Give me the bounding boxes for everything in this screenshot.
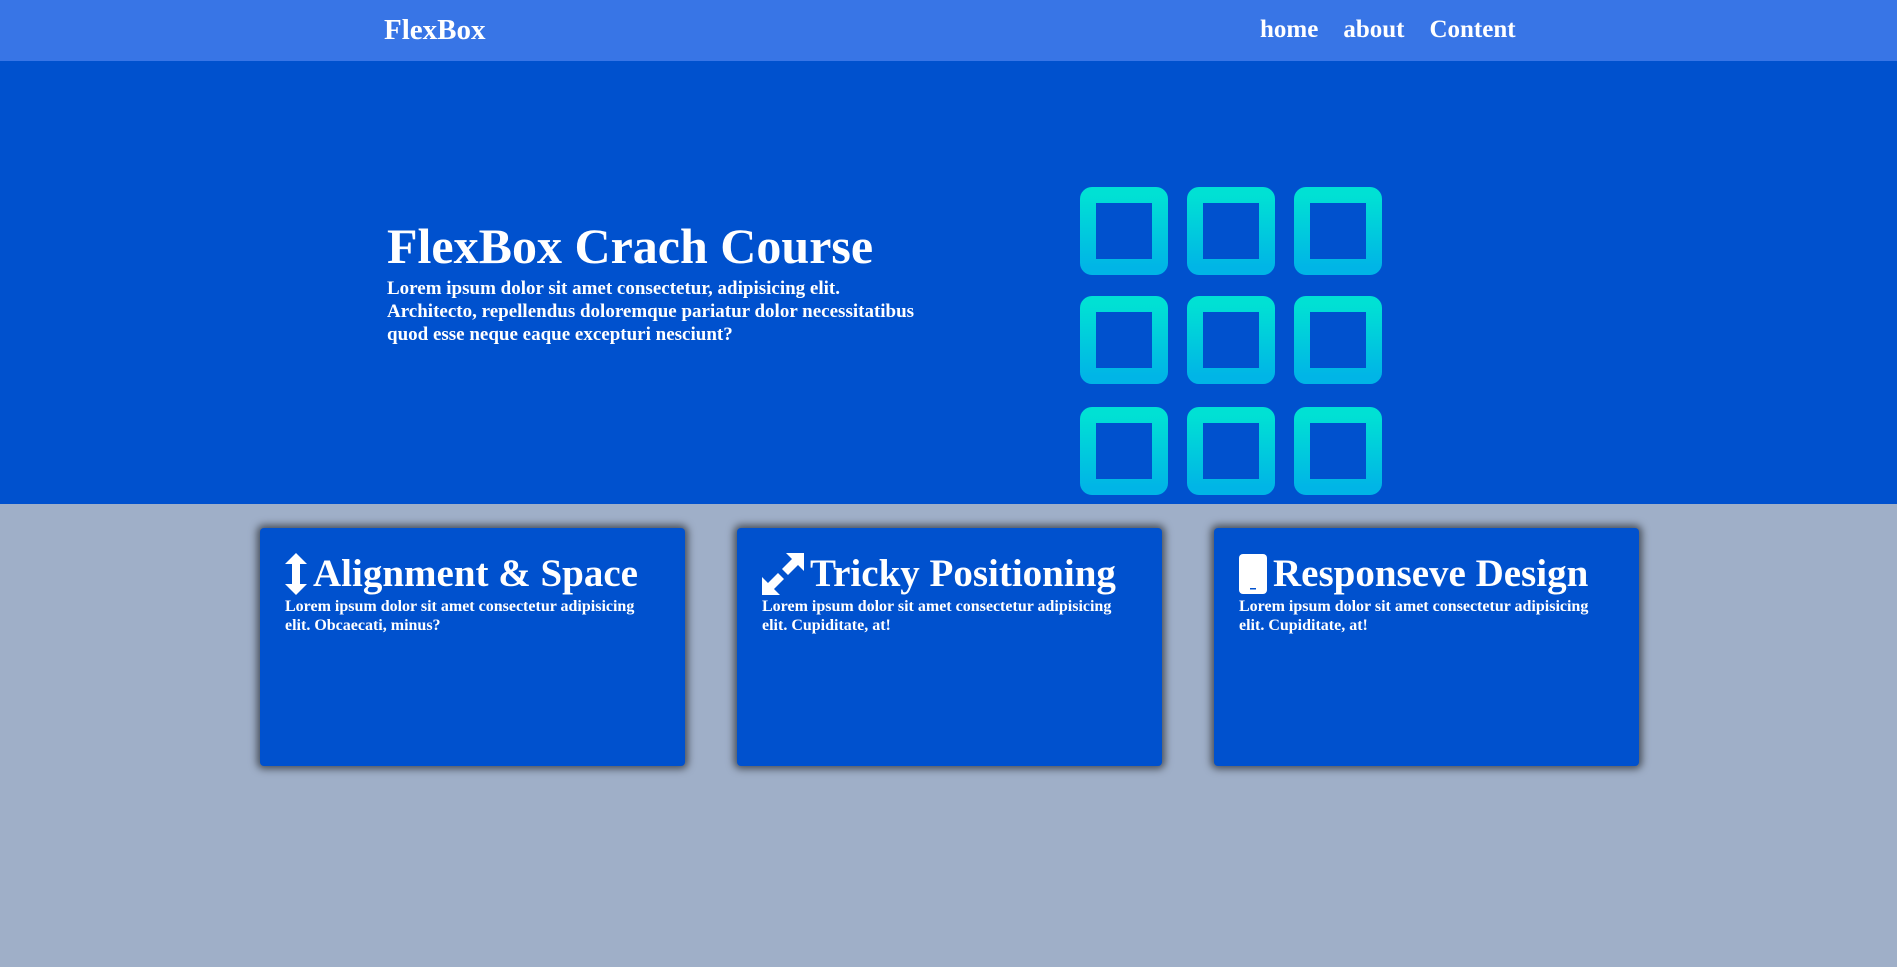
nav-item-about: about	[1343, 13, 1404, 47]
grid-3x3-icon	[1080, 187, 1382, 495]
nav-link-about[interactable]: about	[1343, 16, 1404, 43]
card-title-text: Alignment & Space	[313, 552, 638, 595]
hero-title: FlexBox Crach Course	[387, 218, 874, 274]
grid-square-2	[1187, 187, 1275, 275]
grid-square-6	[1294, 296, 1382, 384]
nav-item-content: Content	[1429, 13, 1515, 47]
nav-link-home[interactable]: home	[1260, 16, 1318, 43]
navbar: FlexBox home about Content	[0, 0, 1897, 61]
card-title: Alignment & Space	[285, 552, 660, 596]
card-title-text: Tricky Positioning	[810, 552, 1116, 595]
grid-square-1	[1080, 187, 1168, 275]
grid-square-9	[1294, 407, 1382, 495]
card-title-text: Responseve Design	[1273, 552, 1589, 595]
card-title: Responseve Design	[1239, 552, 1614, 596]
grid-square-7	[1080, 407, 1168, 495]
feature-card-positioning: Tricky Positioning Lorem ipsum dolor sit…	[737, 528, 1162, 766]
nav-links: home about Content	[1260, 13, 1516, 47]
brand-logo[interactable]: FlexBox	[384, 12, 486, 48]
card-title: Tricky Positioning	[762, 552, 1137, 596]
card-text: Lorem ipsum dolor sit amet consectetur a…	[285, 598, 635, 634]
arrows-vertical-icon	[285, 552, 307, 596]
grid-square-8	[1187, 407, 1275, 495]
card-text: Lorem ipsum dolor sit amet consectetur a…	[1239, 598, 1589, 634]
feature-card-responsive: Responseve Design Lorem ipsum dolor sit …	[1214, 528, 1639, 766]
grid-square-3	[1294, 187, 1382, 275]
expand-diagonal-icon	[762, 552, 804, 596]
card-text: Lorem ipsum dolor sit amet consectetur a…	[762, 598, 1112, 634]
hero-section: FlexBox Crach Course Lorem ipsum dolor s…	[0, 61, 1897, 504]
nav-link-content[interactable]: Content	[1429, 16, 1515, 43]
grid-square-4	[1080, 296, 1168, 384]
feature-card-alignment: Alignment & Space Lorem ipsum dolor sit …	[260, 528, 685, 766]
mobile-phone-icon	[1239, 552, 1267, 596]
nav-item-home: home	[1260, 13, 1318, 47]
hero-description: Lorem ipsum dolor sit amet consectetur, …	[387, 278, 915, 345]
grid-square-5	[1187, 296, 1275, 384]
